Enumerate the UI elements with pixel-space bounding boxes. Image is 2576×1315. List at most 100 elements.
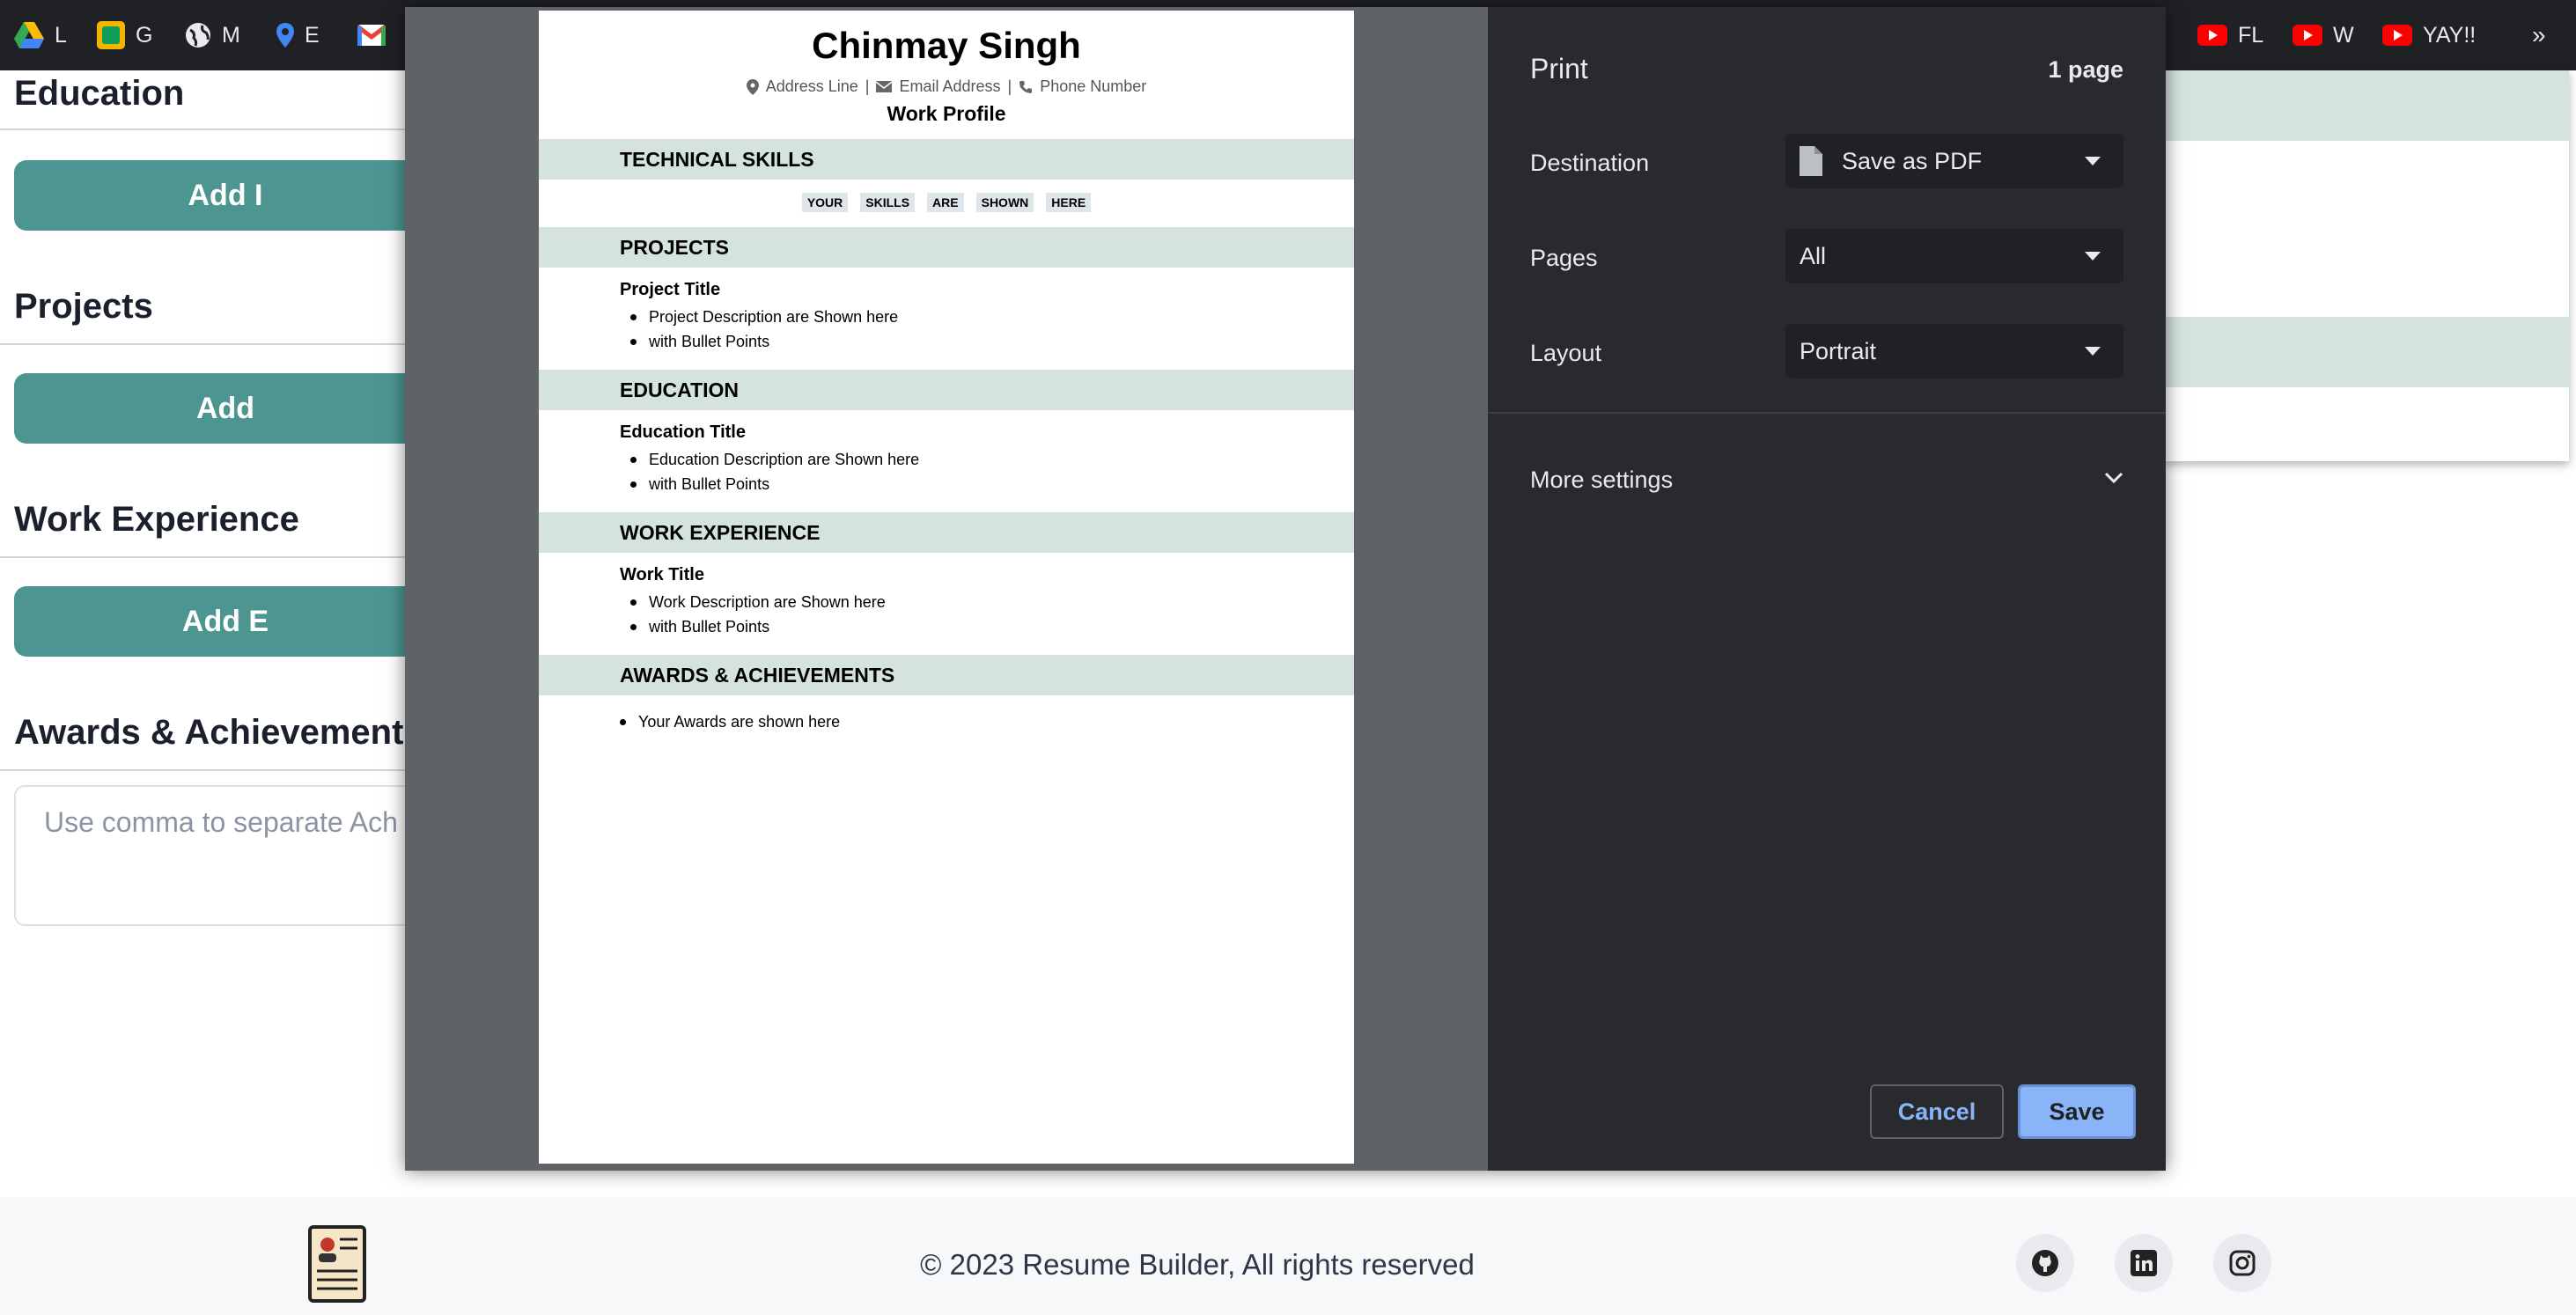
divider xyxy=(0,343,440,345)
bookmark-label: FL xyxy=(2238,22,2264,48)
chevron-down-icon xyxy=(2085,157,2101,165)
skill-chip: HERE xyxy=(1046,193,1092,212)
list-item: with Bullet Points xyxy=(630,333,769,351)
more-settings-label: More settings xyxy=(1530,466,1674,493)
pages-label: Pages xyxy=(1530,245,1598,271)
education-heading: Education xyxy=(14,74,185,113)
education-title: Education Title xyxy=(620,422,746,442)
resume-phone: Phone Number xyxy=(1040,77,1147,95)
bookmark-label: G xyxy=(136,22,153,48)
resume-name: Chinmay Singh xyxy=(812,25,1081,66)
youtube-icon xyxy=(2197,25,2227,46)
add-experience-button[interactable]: Add E xyxy=(14,586,437,657)
location-pin-icon xyxy=(746,78,759,95)
google-drive-icon xyxy=(14,22,44,48)
resume-contact-line: Address Line | Email Address | Phone Num… xyxy=(539,77,1354,96)
add-project-button[interactable]: Add xyxy=(14,373,437,444)
print-title: Print xyxy=(1530,53,1588,84)
bookmark-label: W xyxy=(2333,22,2354,48)
bookmark-label: YAY!! xyxy=(2423,22,2477,48)
destination-value: Save as PDF xyxy=(1842,147,1983,174)
bookmarks-overflow-button[interactable]: » xyxy=(2532,0,2546,70)
bookmark-m[interactable]: M xyxy=(185,0,240,70)
list-item: Work Description are Shown here xyxy=(630,593,886,612)
list-item: Your Awards are shown here xyxy=(620,713,840,731)
print-settings-panel: Print 1 page Destination Save as PDF Pag… xyxy=(1488,7,2166,1171)
bookmark-gmail[interactable] xyxy=(357,0,386,70)
technical-skills-heading: TECHNICAL SKILLS xyxy=(539,139,1354,180)
more-settings-toggle[interactable]: More settings xyxy=(1530,466,2123,494)
chevron-down-icon xyxy=(2085,252,2101,261)
resume-address: Address Line xyxy=(765,77,858,95)
file-icon xyxy=(1800,146,1822,176)
github-icon xyxy=(2032,1250,2058,1276)
section-band xyxy=(2164,70,2569,141)
gmail-icon xyxy=(357,25,386,46)
project-title: Project Title xyxy=(620,280,721,299)
instagram-icon xyxy=(2229,1250,2256,1276)
resume-email: Email Address xyxy=(899,77,1001,95)
globe-icon xyxy=(186,23,210,48)
resume-work-profile: Work Profile xyxy=(887,102,1006,125)
divider xyxy=(0,556,440,558)
destination-select[interactable]: Save as PDF xyxy=(1785,134,2123,188)
bookmark-label: M xyxy=(222,22,240,48)
add-education-button[interactable]: Add I xyxy=(14,160,437,231)
cancel-button[interactable]: Cancel xyxy=(1870,1084,2004,1139)
mail-icon xyxy=(876,81,893,92)
page-count: 1 page xyxy=(2048,56,2123,83)
youtube-icon xyxy=(2382,25,2412,46)
separator: | xyxy=(865,77,870,95)
maps-pin-icon xyxy=(276,23,294,48)
chevron-down-icon xyxy=(2104,472,2123,484)
chevron-down-icon xyxy=(2085,347,2101,356)
work-experience-heading: WORK EXPERIENCE xyxy=(539,512,1354,553)
bookmark-label: L xyxy=(55,22,67,48)
divider xyxy=(1488,412,2166,414)
awards-heading: Awards & Achievement xyxy=(14,713,404,752)
layout-value: Portrait xyxy=(1800,337,1877,364)
section-band xyxy=(2164,317,2569,387)
instagram-link[interactable] xyxy=(2213,1234,2271,1292)
pages-value: All xyxy=(1800,242,1827,269)
pages-select[interactable]: All xyxy=(1785,229,2123,283)
google-classroom-icon xyxy=(97,21,125,49)
layout-label: Layout xyxy=(1530,340,1602,366)
resume-preview-panel xyxy=(2164,70,2569,461)
skill-chip: SKILLS xyxy=(860,193,916,212)
bookmark-fl[interactable]: FL xyxy=(2197,0,2263,70)
divider xyxy=(0,129,440,130)
youtube-icon xyxy=(2293,25,2322,46)
skill-chip: YOUR xyxy=(801,193,849,212)
bookmark-yay[interactable]: YAY!! xyxy=(2382,0,2476,70)
list-item: Education Description are Shown here xyxy=(630,451,919,469)
bookmark-g[interactable]: G xyxy=(97,0,152,70)
bookmark-w[interactable]: W xyxy=(2293,0,2354,70)
list-item: Project Description are Shown here xyxy=(630,308,898,327)
projects-heading: Projects xyxy=(14,287,153,326)
github-link[interactable] xyxy=(2016,1234,2074,1292)
save-button[interactable]: Save xyxy=(2018,1084,2136,1139)
linkedin-link[interactable] xyxy=(2115,1234,2173,1292)
skill-chip: SHOWN xyxy=(975,193,1034,212)
awards-textarea[interactable]: Use comma to separate Ach xyxy=(14,785,437,926)
list-item: with Bullet Points xyxy=(630,475,769,494)
bookmark-e[interactable]: E xyxy=(276,0,320,70)
layout-select[interactable]: Portrait xyxy=(1785,324,2123,378)
awards-heading: AWARDS & ACHIEVEMENTS xyxy=(539,655,1354,695)
projects-heading: PROJECTS xyxy=(539,227,1354,268)
work-title: Work Title xyxy=(620,565,704,584)
separator: | xyxy=(1007,77,1012,95)
skill-chip: ARE xyxy=(927,193,964,212)
print-dialog: Chinmay Singh Address Line | Email Addre… xyxy=(405,7,2166,1171)
destination-label: Destination xyxy=(1530,150,1650,176)
work-experience-heading: Work Experience xyxy=(14,500,299,539)
education-heading: EDUCATION xyxy=(539,370,1354,410)
list-item: with Bullet Points xyxy=(630,618,769,636)
phone-icon xyxy=(1019,80,1033,93)
bookmark-l[interactable]: L xyxy=(14,0,67,70)
bookmark-label: E xyxy=(305,22,320,48)
print-preview-page: Chinmay Singh Address Line | Email Addre… xyxy=(539,11,1354,1164)
linkedin-icon xyxy=(2131,1250,2157,1276)
divider xyxy=(0,769,440,771)
